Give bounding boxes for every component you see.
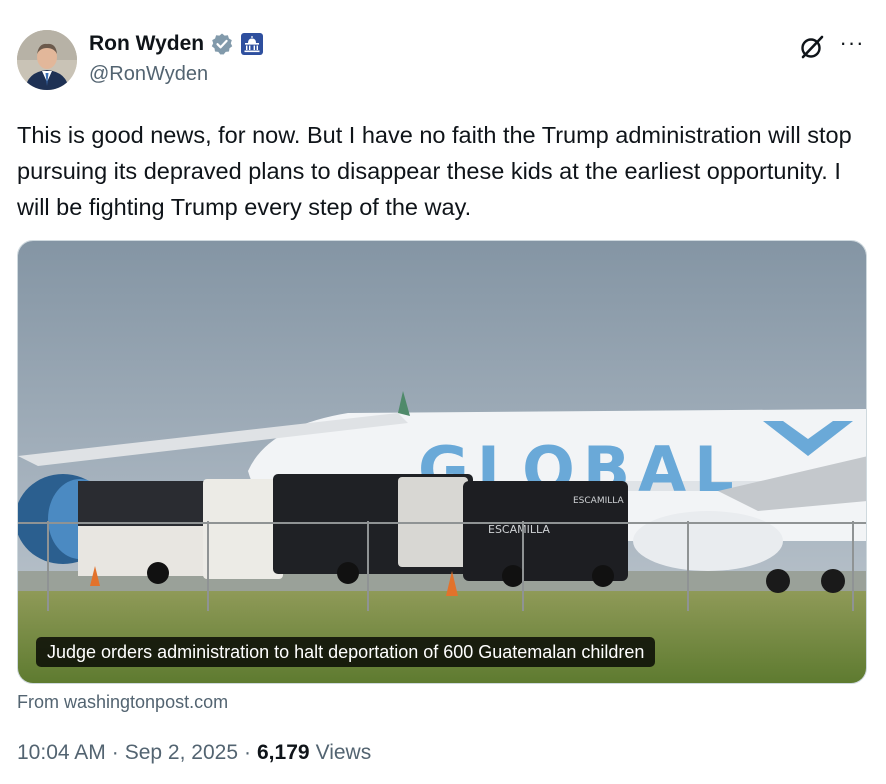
views-count[interactable]: 6,179 (257, 741, 310, 765)
verified-badge-icon[interactable] (210, 32, 234, 56)
link-card[interactable]: GLOBAL ESCAMILLA ESCAMILLA Judge orders … (17, 240, 867, 684)
tweet-text: This is good news, for now. But I have n… (17, 122, 852, 220)
card-source[interactable]: From washingtonpost.com (17, 692, 228, 713)
meta-separator: · (111, 741, 119, 764)
grok-icon[interactable] (797, 32, 827, 62)
meta-separator: · (244, 741, 251, 764)
more-icon[interactable]: ··· (837, 32, 867, 58)
tweet-meta: 10:04 AM · Sep 2, 2025 · 6,179 Views (17, 741, 371, 765)
avatar[interactable] (17, 30, 77, 90)
svg-text:ESCAMILLA: ESCAMILLA (488, 523, 550, 536)
capitol-badge-icon[interactable] (240, 32, 264, 56)
views-label: Views (315, 741, 372, 764)
name-row: Ron Wyden (89, 32, 264, 56)
handle[interactable]: @RonWyden (89, 63, 208, 86)
svg-text:ESCAMILLA: ESCAMILLA (573, 496, 624, 506)
card-headline[interactable]: Judge orders administration to halt depo… (36, 637, 656, 667)
tweet-time[interactable]: 10:04 AM (17, 741, 106, 765)
tweet-header: Ron Wyden @RonWyden ··· (17, 28, 869, 92)
tweet-date[interactable]: Sep 2, 2025 (125, 741, 238, 765)
display-name[interactable]: Ron Wyden (89, 32, 204, 56)
card-image: GLOBAL ESCAMILLA ESCAMILLA (18, 241, 866, 683)
